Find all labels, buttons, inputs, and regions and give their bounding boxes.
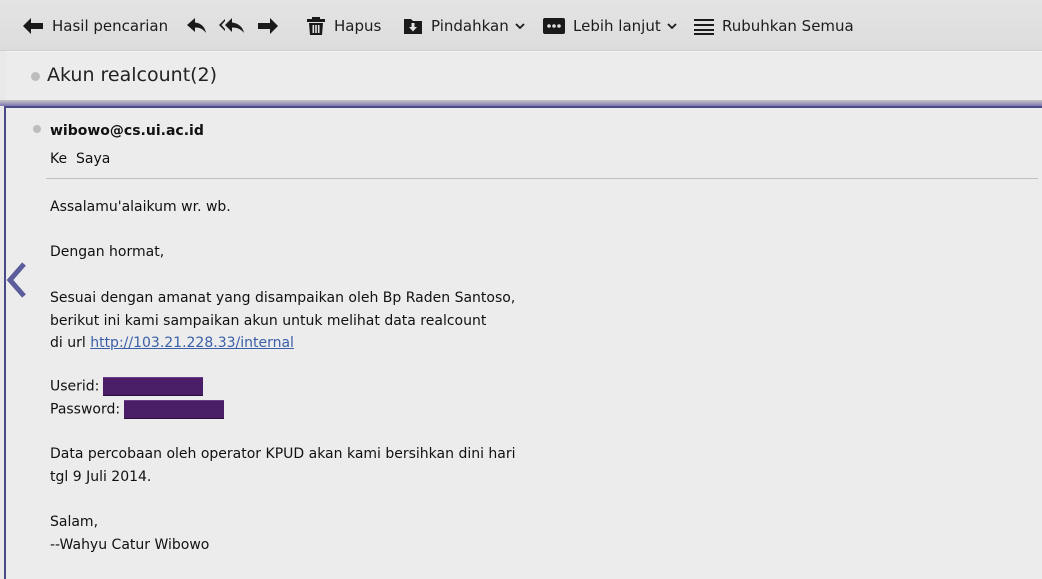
greeting-line: Assalamu'alaikum wr. wb. [50,199,231,215]
reply-button[interactable] [186,14,208,38]
delete-button[interactable]: Hapus [306,14,381,38]
body-line: tgl 9 Juli 2014. [50,469,152,485]
password-redaction [124,400,225,419]
recipient-line: Ke Saya [50,151,111,167]
subject-bar: Akun realcount(2) [6,51,1042,100]
trash-icon [306,16,326,36]
collapse-all-label: Rubuhkan Semua [722,17,854,35]
subject-title: Akun realcount(2) [47,64,218,86]
userid-label: Userid: [50,378,100,395]
read-status-dot[interactable] [31,72,40,81]
delete-label: Hapus [334,17,382,35]
sender-address[interactable]: wibowo@cs.ui.ac.id [50,123,204,139]
back-to-results-label: Hasil pencarian [52,17,169,35]
password-line: Password: [50,400,225,419]
previous-message-button[interactable] [2,260,32,300]
message-pane: wibowo@cs.ui.ac.id Ke Saya Assalamu'alai… [4,106,1042,579]
reply-all-icon [218,17,246,35]
toolbar: Hasil pencarian Hapus Pindahkan Lebih la… [0,0,1042,51]
move-to-folder-icon [403,16,423,36]
header-divider [46,178,1038,179]
body-line: di url http://103.21.228.33/internal [50,335,294,351]
forward-icon [257,17,279,35]
move-button[interactable]: Pindahkan [403,14,525,38]
reply-icon [186,17,208,35]
chevron-down-icon [515,22,525,30]
closing-line: Salam, [50,514,99,530]
signature-line: --Wahyu Catur Wibowo [50,537,210,553]
back-to-results-button[interactable]: Hasil pencarian [22,14,168,38]
arrow-left-icon [22,17,44,35]
list-lines-icon [694,17,714,35]
forward-button[interactable] [257,14,279,38]
chevron-left-icon [2,262,32,304]
body-line: berikut ini kami sampaikan akun untuk me… [50,313,487,329]
body-line: Data percobaan oleh operator KPUD akan k… [50,446,516,462]
reply-all-button[interactable] [218,14,246,38]
chevron-down-icon [667,22,677,30]
body-line: Sesuai dengan amanat yang disampaikan ol… [50,290,516,306]
more-dots-icon [543,17,565,35]
salutation-line: Dengan hormat, [50,244,165,260]
password-label: Password: [50,401,121,418]
userid-line: Userid: [50,377,204,396]
url-prefix: di url [50,335,91,351]
move-label: Pindahkan [431,17,509,35]
more-button[interactable]: Lebih lanjut [543,14,677,38]
internal-url-link[interactable]: http://103.21.228.33/internal [90,335,294,351]
collapse-all-button[interactable]: Rubuhkan Semua [694,14,854,38]
more-label: Lebih lanjut [573,17,661,35]
message-status-dot[interactable] [33,125,41,133]
userid-redaction [103,377,204,396]
